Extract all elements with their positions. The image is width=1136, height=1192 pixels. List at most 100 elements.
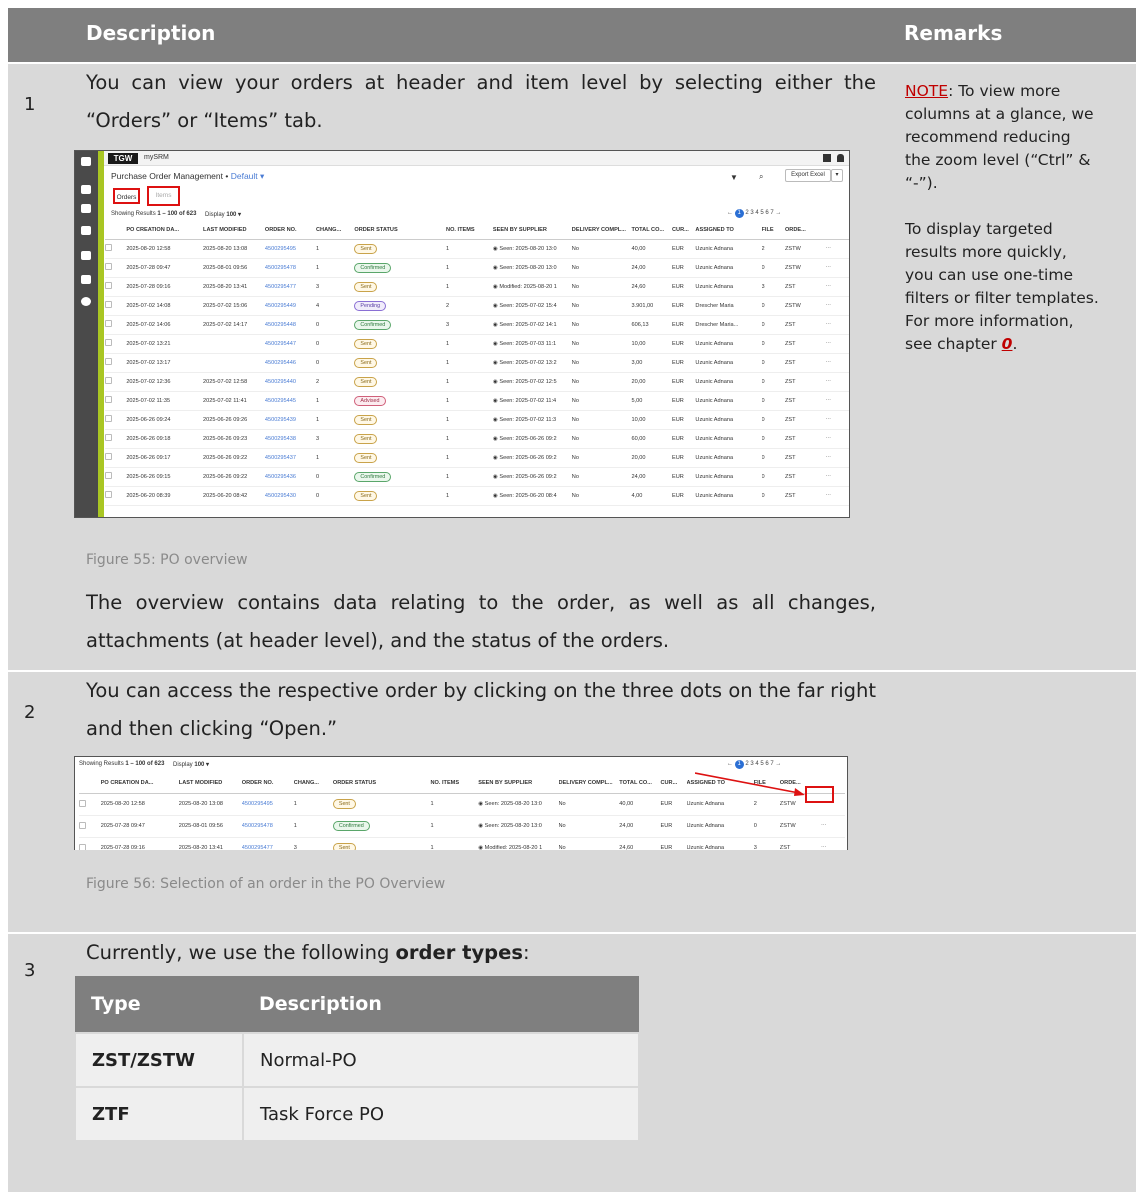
table-row[interactable]: 2025-07-28 09:16 2025-08-20 13:41 45002954… — [105, 277, 849, 297]
column-header[interactable]: SEEN BY SUPPLIER — [478, 773, 559, 794]
column-header[interactable]: SEEN BY SUPPLIER — [492, 222, 572, 240]
table-row[interactable]: 2025-07-02 13:21 4500295447 0 Sent 1 ◉ Seen: … — [105, 334, 849, 354]
column-header[interactable]: CUR... — [660, 773, 687, 794]
column-header[interactable]: ORDER NO. — [241, 773, 294, 794]
row-checkbox[interactable] — [105, 391, 127, 411]
tab-orders[interactable]: Orders — [113, 188, 140, 204]
more-actions-icon[interactable]: ⋯ — [825, 334, 849, 354]
order-number-link[interactable]: 4500295438 — [264, 429, 317, 449]
row-checkbox[interactable] — [105, 353, 127, 373]
more-actions-icon[interactable]: ⋯ — [825, 353, 849, 373]
row-checkbox[interactable] — [105, 410, 127, 430]
column-header[interactable]: PO CREATION DA... — [100, 773, 179, 794]
order-number-link[interactable]: 4500295478 — [241, 815, 294, 838]
order-number-link[interactable]: 4500295478 — [264, 258, 317, 278]
pagination[interactable]: ← 1 2 3 4 5 6 7 → — [727, 760, 781, 769]
table-row[interactable]: 2025-06-26 09:17 2025-06-26 09:22 45002954… — [105, 448, 849, 468]
table-row[interactable]: 2025-07-02 14:062025-07-02 14:1745002954… — [105, 315, 849, 335]
filter-icon[interactable]: ▼ — [730, 173, 738, 182]
row-checkbox[interactable] — [105, 334, 127, 354]
order-number-link[interactable]: 4500295439 — [264, 410, 317, 430]
order-number-link[interactable]: 4500295495 — [264, 239, 317, 259]
table-row[interactable]: 2025-07-28 09:47 2025-08-01 09:56 45002954… — [79, 815, 845, 838]
order-number-link[interactable]: 4500295448 — [264, 315, 317, 335]
row-checkbox[interactable] — [105, 467, 127, 487]
column-header[interactable]: NO. ITEMS — [430, 773, 479, 794]
column-header[interactable]: ORDER STATUS — [354, 222, 447, 240]
more-actions-icon[interactable]: ⋯ — [825, 258, 849, 278]
export-menu-button[interactable]: ▾ — [831, 169, 843, 182]
column-header[interactable]: CHANG... — [316, 222, 355, 240]
order-number-link[interactable]: 4500295449 — [264, 296, 317, 316]
tab-items[interactable]: Items — [147, 186, 180, 206]
column-header[interactable]: DELIVERY COMPL... — [558, 773, 620, 794]
row-checkbox[interactable] — [105, 429, 127, 449]
row-checkbox[interactable] — [105, 315, 127, 335]
more-actions-icon[interactable]: ⋯ — [825, 277, 849, 297]
table-row[interactable]: 2025-08-20 12:58 2025-08-20 13:08 45002954… — [105, 239, 849, 259]
table-row[interactable]: 2025-07-02 11:35 2025-07-02 11:41 45002954… — [105, 391, 849, 411]
column-header[interactable]: LAST MODIFIED — [203, 222, 265, 240]
pagination[interactable]: ← 1 2 3 4 5 6 7 → — [727, 209, 781, 218]
order-number-link[interactable]: 4500295437 — [264, 448, 317, 468]
column-header[interactable]: DELIVERY COMPL... — [571, 222, 632, 240]
more-actions-icon[interactable]: ⋯ — [825, 486, 849, 506]
more-actions-icon[interactable]: ⋯ — [825, 391, 849, 411]
column-header[interactable]: ORDER STATUS — [332, 773, 431, 794]
row-checkbox[interactable] — [79, 793, 101, 816]
order-number-link[interactable]: 4500295495 — [241, 793, 294, 816]
table-row[interactable]: 2025-06-26 09:18 2025-06-26 09:23 45002954… — [105, 429, 849, 449]
display-select[interactable]: Display 100 ▾ — [173, 761, 209, 768]
column-header[interactable]: ORDER NO. — [264, 222, 317, 240]
row-checkbox[interactable] — [105, 239, 127, 259]
more-actions-icon[interactable]: ⋯ — [825, 467, 849, 487]
order-number-link[interactable]: 4500295446 — [264, 353, 317, 373]
column-header[interactable]: TOTAL CO... — [631, 222, 672, 240]
column-header[interactable]: LAST MODIFIED — [178, 773, 242, 794]
window-icon[interactable] — [823, 154, 831, 162]
column-header[interactable]: CUR... — [671, 222, 696, 240]
export-excel-button[interactable]: Export Excel — [785, 169, 831, 182]
more-actions-icon[interactable]: ⋯ — [825, 296, 849, 316]
more-actions-icon[interactable]: ⋯ — [825, 448, 849, 468]
order-number-link[interactable]: 4500295436 — [264, 467, 317, 487]
order-number-link[interactable]: 4500295477 — [264, 277, 317, 297]
user-icon[interactable] — [837, 154, 844, 162]
column-header[interactable]: NO. ITEMS — [446, 222, 493, 240]
table-row[interactable]: 2025-06-20 08:39 2025-06-20 08:42 45002954… — [105, 486, 849, 506]
column-header[interactable]: CHANG... — [293, 773, 333, 794]
table-cell: 2025-07-02 13:17 — [126, 353, 204, 373]
more-actions-icon[interactable]: ⋯ — [825, 372, 849, 392]
row-checkbox[interactable] — [105, 372, 127, 392]
row-checkbox[interactable] — [105, 448, 127, 468]
column-header[interactable]: FILE — [761, 222, 785, 240]
view-selector[interactable]: Default ▾ — [231, 171, 265, 181]
more-actions-icon[interactable]: ⋯ — [825, 429, 849, 449]
order-number-link[interactable]: 4500295445 — [264, 391, 317, 411]
column-header[interactable]: PO CREATION DA... — [126, 222, 204, 240]
row-checkbox[interactable] — [79, 815, 101, 838]
table-row[interactable]: 2025-07-02 13:17 4500295446 0 Sent 1 ◉ Seen: … — [105, 353, 849, 373]
order-number-link[interactable]: 4500295447 — [264, 334, 317, 354]
column-header[interactable]: ASSIGNED TO — [695, 222, 762, 240]
table-row[interactable]: 2025-06-26 09:24 2025-06-26 09:26 45002954… — [105, 410, 849, 430]
order-number-link[interactable]: 4500295430 — [264, 486, 317, 506]
row-checkbox[interactable] — [105, 258, 127, 278]
column-header[interactable]: TOTAL CO... — [619, 773, 661, 794]
table-row[interactable]: 2025-07-28 09:47 2025-08-01 09:56 45002954… — [105, 258, 849, 278]
order-number-link[interactable]: 4500295440 — [264, 372, 317, 392]
more-actions-icon[interactable]: ⋯ — [825, 410, 849, 430]
more-actions-icon[interactable]: ⋯ — [821, 815, 845, 838]
row-checkbox[interactable] — [105, 486, 127, 506]
search-icon[interactable]: ⌕ — [759, 172, 763, 182]
more-actions-icon[interactable]: ⋯ — [825, 239, 849, 259]
display-select[interactable]: Display 100 ▾ — [205, 211, 241, 218]
chapter-link[interactable]: 0 — [1002, 335, 1013, 353]
table-row[interactable]: 2025-06-26 09:15 2025-06-26 09:22 45002954… — [105, 467, 849, 487]
row-checkbox[interactable] — [105, 296, 127, 316]
column-header[interactable]: ORDE... — [784, 222, 826, 240]
table-row[interactable]: 2025-07-02 14:082025-07-02 15:0645002954… — [105, 296, 849, 316]
table-row[interactable]: 2025-07-02 12:36 2025-07-02 12:58 45002954… — [105, 372, 849, 392]
more-actions-icon[interactable]: ⋯ — [825, 315, 849, 335]
row-checkbox[interactable] — [105, 277, 127, 297]
